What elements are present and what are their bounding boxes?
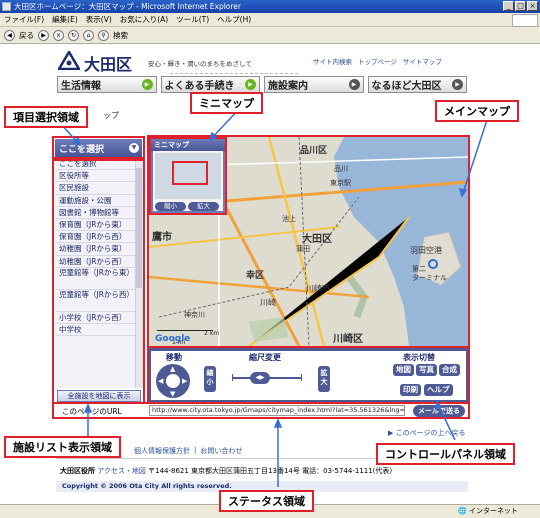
annotation-facility-list: 施設リスト表示領域 bbox=[4, 436, 121, 458]
annotation-control-panel: コントロールパネル領域 bbox=[376, 443, 515, 465]
annotation-item-select: 項目選択領域 bbox=[4, 106, 88, 128]
annotation-mini-map: ミニマップ bbox=[190, 92, 263, 114]
annotation-status: ステータス領域 bbox=[219, 490, 314, 512]
annotation-main-map: メインマップ bbox=[435, 100, 519, 122]
